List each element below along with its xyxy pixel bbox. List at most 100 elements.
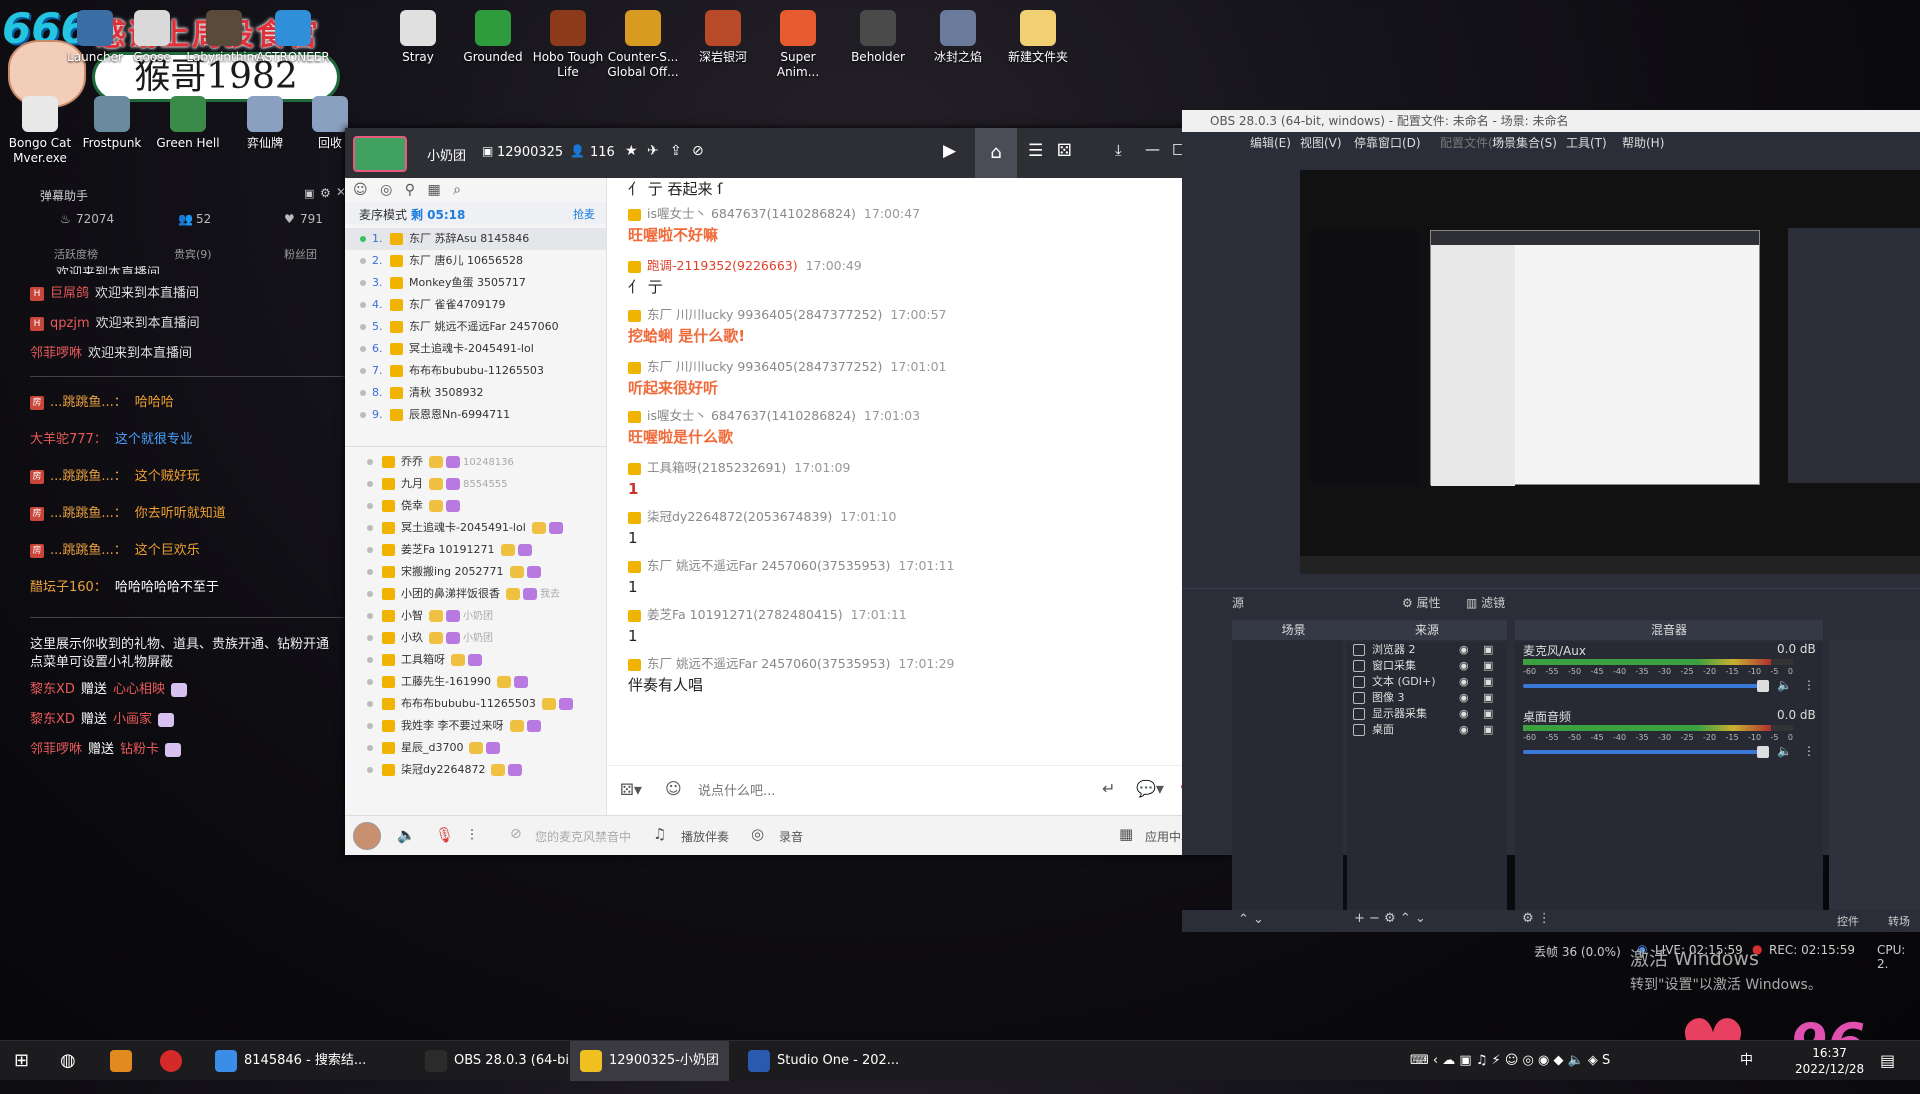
enter-icon[interactable]: ↵ (1102, 779, 1115, 798)
steam-icon[interactable]: ◍ (60, 1041, 76, 1081)
sender-name[interactable]: is喔女士丶 6847637(1410286824) (647, 206, 856, 221)
desktop-icon[interactable]: 深岩银河 (683, 10, 763, 65)
list-icon[interactable]: ☰ (1028, 141, 1043, 161)
video-icon[interactable]: ▶ (943, 141, 956, 161)
user-name[interactable]: 黎东XD (30, 682, 75, 697)
netease-icon[interactable] (160, 1041, 189, 1081)
sender-name[interactable]: 柒冠dy2264872(2053674839) (647, 509, 832, 524)
sender-name[interactable]: 东厂 姚远不遥远Far 2457060(37535953) (647, 558, 890, 573)
sender-name[interactable]: 东厂 川川lucky 9936405(2847377252) (647, 359, 882, 374)
mic-icon[interactable]: 🎙 (435, 826, 454, 844)
source-item[interactable]: 图像 3 ◉ ▣ (1347, 690, 1507, 706)
source-item[interactable]: 窗口采集 ◉ ▣ (1347, 658, 1507, 674)
tab-vip[interactable]: 贵宾(9) (174, 246, 212, 262)
avatar[interactable] (353, 822, 381, 850)
user-item[interactable]: 小智 小奶团 (345, 605, 606, 627)
user-item[interactable]: 我姓李 李不要过来呀 (345, 715, 606, 737)
user-item[interactable]: 小团的鼻涕拌饭很香 我去 (345, 583, 606, 605)
lock-icon[interactable]: ▣ (1483, 706, 1493, 722)
source-item[interactable]: 显示器采集 ◉ ▣ (1347, 706, 1507, 722)
source-item[interactable]: 桌面 ◉ ▣ (1347, 722, 1507, 738)
grab-mic-button[interactable]: 抢麦 (573, 206, 595, 222)
user-name[interactable]: ...跳跳鱼...： (50, 506, 127, 521)
desktop-icon[interactable]: Hobo Tough Life (528, 10, 608, 80)
tab-fans[interactable]: 粉丝团 (284, 246, 317, 262)
user-item[interactable]: 星辰_d3700 (345, 737, 606, 759)
eye-icon[interactable]: ◉ (1459, 690, 1469, 706)
obs-menu-item[interactable]: 视图(V) (1300, 132, 1342, 154)
apps-icon[interactable]: ▦ (1119, 825, 1133, 843)
tab-active[interactable]: 活跃度榜 (54, 246, 98, 262)
taskbar-app[interactable]: 8145846 - 搜索结... (205, 1041, 376, 1081)
record-button[interactable]: 录音 (779, 828, 803, 845)
search-icon[interactable]: ⌕ (453, 182, 461, 198)
menu-dots-icon[interactable]: ⋮ (1803, 678, 1815, 692)
sender-name[interactable]: 姜芝Fa 10191271(2782480415) (647, 607, 843, 622)
mic-list-icon[interactable]: ◎ (380, 182, 392, 198)
music-icon[interactable]: ♫ (653, 825, 666, 843)
user-name[interactable]: 大羊驼777： (30, 432, 107, 447)
desktop-icon[interactable]: Counter-S... Global Off... (603, 10, 683, 80)
star-icon[interactable]: ★ (625, 143, 638, 159)
user-item[interactable]: 布布布bububu-11265503 (345, 693, 606, 715)
desktop-icon[interactable]: Goose (112, 10, 192, 65)
board-icon[interactable]: ▦ (427, 182, 440, 198)
desktop-icon[interactable]: Stray (378, 10, 458, 65)
user-item[interactable]: 冥土追魂卡-2045491-lol (345, 517, 606, 539)
user-name[interactable]: 醋坛子160： (30, 580, 107, 595)
sender-name[interactable]: 东厂 姚远不遥远Far 2457060(37535953) (647, 656, 890, 671)
desktop-icon[interactable]: Grounded (453, 10, 533, 65)
desktop-icon[interactable]: Labyrinthine (184, 10, 264, 65)
home-button[interactable]: ⌂ (975, 128, 1017, 178)
desktop-icon[interactable]: Super Anim... (758, 10, 838, 80)
user-name[interactable]: 巨屌鸽 (50, 286, 89, 301)
lock-icon[interactable]: ▣ (1483, 722, 1493, 738)
queue-item[interactable]: 6. 冥土追魂卡-2045491-lol (345, 338, 606, 360)
desktop-icon[interactable]: Beholder (838, 10, 918, 65)
gamepad-icon[interactable]: ⚄▾ (620, 780, 642, 799)
eye-icon[interactable]: ◉ (1459, 722, 1469, 738)
speaker-icon[interactable]: 🔈 (1777, 678, 1792, 692)
volume-knob[interactable] (1757, 680, 1769, 692)
desktop-icon[interactable]: ASTRONEER (253, 10, 333, 65)
user-item[interactable]: 宋搬搬ing 2052771 (345, 561, 606, 583)
eye-icon[interactable]: ◉ (1459, 642, 1469, 658)
user-item[interactable]: 柒冠dy2264872 (345, 759, 606, 781)
user-item[interactable]: 工藤先生-161990 (345, 671, 606, 693)
taskbar-app[interactable]: Studio One - 202... (738, 1041, 909, 1081)
volume-knob[interactable] (1757, 746, 1769, 758)
taskbar-app[interactable]: 12900325-小奶团 (570, 1041, 729, 1081)
transitions-tab[interactable]: 转场 (1888, 913, 1910, 929)
user-name[interactable]: qpzjm (50, 316, 90, 331)
user-icon[interactable]: ☺ (353, 182, 368, 198)
user-name[interactable]: ...跳跳鱼...： (50, 395, 127, 410)
lock-icon[interactable]: ▣ (1483, 642, 1493, 658)
user-name[interactable]: ...跳跳鱼...： (50, 543, 127, 558)
obs-menu-item[interactable]: 停靠窗口(D) (1354, 132, 1421, 154)
source-controls[interactable]: + − ⚙ ⌃ ⌄ (1354, 911, 1426, 926)
eye-icon[interactable]: ◉ (1459, 674, 1469, 690)
queue-item[interactable]: 1. 东厂 苏辞Asu 8145846 (345, 228, 606, 250)
user-item[interactable]: 工具箱呀 (345, 649, 606, 671)
user-name[interactable]: 邻菲啰咻 (30, 742, 82, 757)
user-item[interactable]: 姜芝Fa 10191271 (345, 539, 606, 561)
mixer-gear-icon[interactable]: ⚙ ⋮ (1522, 911, 1551, 926)
user-item[interactable]: 九月 8554555 (345, 473, 606, 495)
lock-icon[interactable]: ▣ (1483, 658, 1493, 674)
obs-menu-item[interactable]: 编辑(E) (1250, 132, 1291, 154)
eye-icon[interactable]: ◉ (1459, 706, 1469, 722)
start-button[interactable]: ⊞ (14, 1041, 29, 1081)
speaker-icon[interactable]: 🔈 (397, 826, 416, 844)
user-item[interactable]: 乔乔 10248136 (345, 451, 606, 473)
minimize-icon[interactable]: — (1145, 140, 1160, 158)
sender-name[interactable]: 东厂 川川lucky 9936405(2847377252) (647, 307, 882, 322)
ime-indicator[interactable]: 中 (1740, 1041, 1753, 1081)
clock[interactable]: 16:37 2022/12/28 (1795, 1045, 1864, 1077)
bubble-icon[interactable]: 💬▾ (1136, 779, 1164, 798)
lock-icon[interactable]: ▣ (304, 187, 314, 200)
controls-tab[interactable]: 控件 (1837, 913, 1859, 929)
source-item[interactable]: 文本 (GDI+) ◉ ▣ (1347, 674, 1507, 690)
speaker-icon[interactable]: 🔈 (1777, 744, 1792, 758)
tray-icons[interactable]: ⌨ ‹ ☁ ▣ ♫ ⚡ ☺ ◎ ◉ ◆ 🔈 ◈ S (1410, 1041, 1610, 1081)
pin-icon[interactable]: ⚲ (405, 182, 415, 198)
